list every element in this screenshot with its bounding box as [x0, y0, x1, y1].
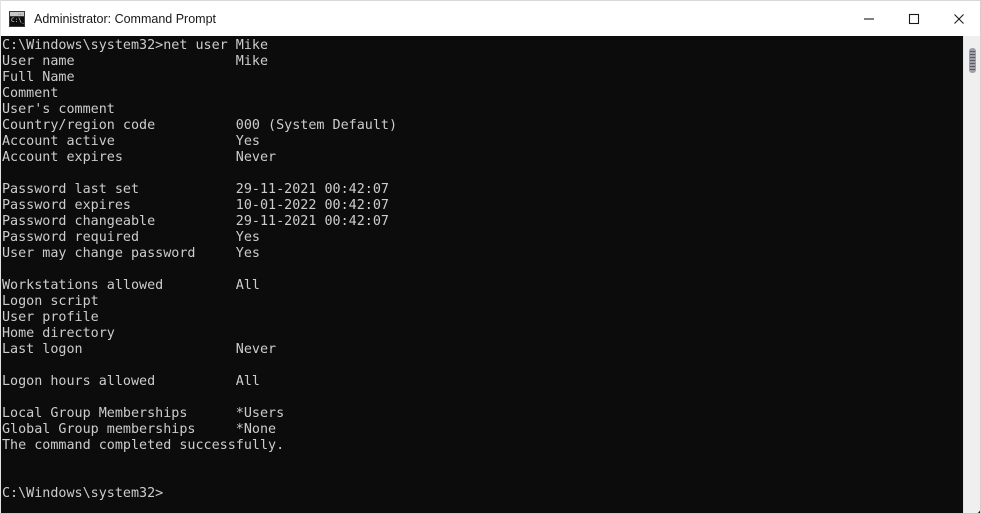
terminal-output-area[interactable]: C:\Windows\system32>net user Mike User n…	[0, 36, 981, 514]
close-button[interactable]	[936, 1, 981, 37]
title-bar[interactable]: ••• C:\_ Administrator: Command Prompt	[0, 0, 981, 36]
window-border-left	[0, 0, 1, 514]
icon-prompt-glyph: C:\_	[10, 16, 24, 26]
maximize-button[interactable]	[891, 1, 936, 37]
command-prompt-window: ••• C:\_ Administrator: Command Prompt	[0, 0, 981, 514]
command-prompt-icon: ••• C:\_	[9, 10, 25, 27]
scrollbar-thumb-grip	[970, 51, 975, 70]
terminal-text: C:\Windows\system32>net user Mike User n…	[2, 38, 398, 501]
minimize-button[interactable]	[846, 1, 891, 37]
icon-dots: •••	[18, 11, 23, 16]
window-title: Administrator: Command Prompt	[34, 11, 217, 26]
window-controls	[846, 1, 981, 37]
scrollbar-thumb[interactable]	[969, 48, 976, 73]
vertical-scrollbar[interactable]	[963, 36, 981, 514]
minimize-icon	[863, 17, 874, 20]
close-icon	[953, 13, 964, 24]
maximize-icon	[908, 13, 919, 24]
